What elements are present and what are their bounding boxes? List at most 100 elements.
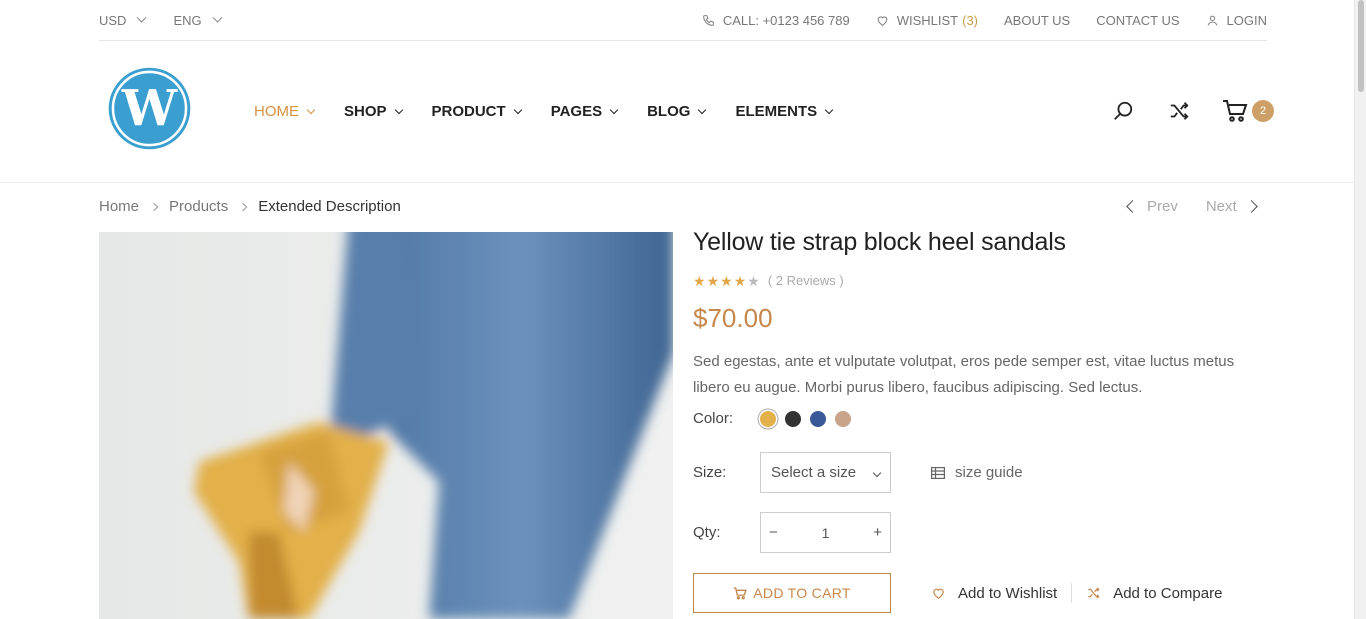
color-swatch-blue[interactable] — [810, 410, 826, 427]
phone-icon — [702, 14, 714, 26]
scrollbar-thumb[interactable] — [1358, 0, 1364, 92]
qty-decrease-button[interactable]: − — [769, 524, 778, 541]
add-to-cart-label: ADD TO CART — [753, 585, 851, 601]
size-guide-link[interactable]: size guide — [931, 464, 1023, 481]
actions-row: ADD TO CART Add to Wishlist Add to Compa… — [693, 573, 1222, 613]
cart-icon — [1223, 100, 1248, 122]
breadcrumb: Home Products Extended Description — [99, 198, 401, 215]
top-bar: USD ENG CALL: +0123 456 789 WISHLIST (3)… — [99, 0, 1267, 41]
color-row: Color: — [693, 410, 851, 427]
nav-label: ELEMENTS — [735, 103, 818, 120]
breadcrumb-current: Extended Description — [258, 198, 401, 215]
chevron-right-icon — [149, 202, 159, 211]
cart-button[interactable]: 2 — [1222, 99, 1274, 123]
header-actions: 2 — [1110, 98, 1274, 124]
divider — [1071, 583, 1073, 603]
next-label: Next — [1205, 198, 1237, 215]
qty-input[interactable]: 1 — [822, 525, 830, 541]
add-to-wishlist-button[interactable]: Add to Wishlist — [931, 585, 1057, 602]
rating-stars: ★ ★ ★ ★ ★ — [693, 274, 760, 288]
product-pager: Prev Next — [1126, 198, 1258, 215]
nav-blog[interactable]: BLOG — [647, 103, 707, 120]
heart-icon — [877, 15, 888, 26]
color-label: Color: — [693, 410, 734, 427]
color-swatch-yellow[interactable] — [760, 410, 776, 427]
nav-label: PAGES — [550, 103, 603, 120]
shuffle-icon — [1088, 587, 1100, 599]
chevron-left-icon — [1126, 200, 1139, 213]
nav-product[interactable]: PRODUCT — [431, 103, 522, 120]
compare-button[interactable] — [1166, 98, 1192, 124]
main-header: W HOME SHOP PRODUCT PAGES BLOG ELEMENTS … — [0, 41, 1354, 183]
nav-label: SHOP — [344, 103, 387, 120]
chevron-down-icon — [609, 105, 619, 115]
qty-increase-button[interactable]: + — [873, 524, 882, 541]
nav-elements[interactable]: ELEMENTS — [735, 103, 834, 120]
star-icon: ★ — [733, 272, 747, 289]
product-info: Yellow tie strap block heel sandals ★ ★ … — [693, 226, 1268, 401]
search-button[interactable] — [1110, 98, 1136, 124]
about-label: ABOUT US — [1004, 12, 1071, 28]
chevron-down-icon — [137, 12, 147, 23]
product-description: Sed egestas, ante et vulputate volutpat,… — [693, 353, 1235, 396]
search-icon — [1114, 101, 1133, 120]
breadcrumb-home[interactable]: Home — [99, 198, 139, 215]
add-to-wishlist-label: Add to Wishlist — [958, 584, 1058, 602]
wishlist-label: WISHLIST — [896, 12, 959, 28]
product-image[interactable] — [99, 232, 673, 619]
call-link[interactable]: CALL: +0123 456 789 — [702, 13, 850, 28]
chevron-right-icon — [238, 202, 248, 211]
chevron-down-icon — [513, 105, 522, 115]
star-icon: ★ — [706, 272, 720, 289]
chevron-down-icon — [872, 468, 882, 477]
star-empty-icon: ★ — [747, 272, 760, 289]
nav-home[interactable]: HOME — [254, 103, 316, 120]
star-icon: ★ — [720, 272, 733, 289]
next-link[interactable]: Next — [1205, 198, 1258, 215]
language-label: ENG — [173, 12, 202, 28]
shuffle-icon — [1170, 102, 1189, 120]
heart-icon — [933, 588, 944, 599]
size-select-value: Select a size — [771, 464, 857, 481]
size-guide-label: size guide — [955, 464, 1023, 481]
wishlist-count: (3) — [962, 12, 978, 28]
product-price: $70.00 — [693, 303, 773, 333]
wishlist-link[interactable]: WISHLIST (3) — [876, 13, 978, 28]
main-nav: HOME SHOP PRODUCT PAGES BLOG ELEMENTS — [254, 103, 834, 120]
qty-row: Qty: − 1 + — [693, 512, 891, 553]
contact-link[interactable]: CONTACT US — [1096, 13, 1179, 28]
quantity-stepper: − 1 + — [760, 512, 891, 553]
breadcrumb-products[interactable]: Products — [169, 198, 228, 215]
nav-pages[interactable]: PAGES — [550, 103, 619, 120]
login-label: LOGIN — [1226, 12, 1267, 28]
cart-icon — [733, 586, 748, 599]
color-swatch-beige[interactable] — [835, 410, 851, 427]
prev-link[interactable]: Prev — [1126, 198, 1178, 215]
currency-dropdown[interactable]: USD — [99, 12, 147, 28]
about-link[interactable]: ABOUT US — [1004, 13, 1070, 28]
color-swatch-black[interactable] — [785, 410, 801, 427]
add-to-compare-button[interactable]: Add to Compare — [1086, 585, 1222, 602]
qty-label: Qty: — [693, 524, 721, 541]
star-icon: ★ — [693, 272, 706, 289]
add-to-compare-label: Add to Compare — [1113, 584, 1223, 602]
nav-shop[interactable]: SHOP — [344, 103, 403, 120]
nav-label: HOME — [254, 103, 299, 120]
size-select[interactable]: Select a size — [760, 452, 891, 493]
chevron-down-icon — [306, 105, 316, 115]
login-link[interactable]: LOGIN — [1206, 13, 1267, 28]
wordpress-logo[interactable]: W — [107, 66, 192, 151]
add-to-cart-button[interactable]: ADD TO CART — [693, 573, 891, 613]
currency-label: USD — [99, 12, 127, 28]
page-scrollbar[interactable] — [1354, 0, 1366, 619]
product-title: Yellow tie strap block heel sandals — [693, 228, 1066, 256]
contact-label: CONTACT US — [1096, 12, 1180, 28]
reviews-link[interactable]: ( 2 Reviews ) — [768, 273, 844, 288]
product-photo — [99, 232, 673, 619]
language-dropdown[interactable]: ENG — [173, 12, 223, 28]
product-rating: ★ ★ ★ ★ ★ ( 2 Reviews ) — [693, 273, 1268, 288]
nav-label: PRODUCT — [431, 103, 506, 120]
prev-label: Prev — [1147, 198, 1178, 215]
call-label: CALL: +0123 456 789 — [722, 12, 850, 28]
size-row: Size: Select a size size guide — [693, 452, 1023, 493]
